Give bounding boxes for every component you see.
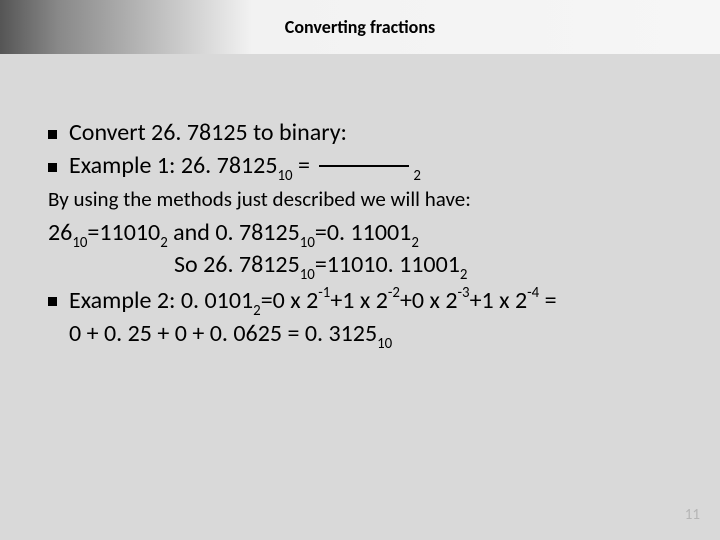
result-line: 2610=110102 and 0. 7812510=0. 110012	[34, 218, 686, 251]
superscript: -1	[318, 283, 330, 301]
text: +1 x 2	[330, 286, 388, 315]
blank-line	[319, 165, 409, 167]
text: =11010	[87, 218, 160, 247]
text: So 26. 78125	[174, 250, 300, 279]
bullet-item: Example 2: 0. 01012=0 x 2-1+1 x 2-2+0 x …	[34, 285, 686, 352]
bullet-marker	[48, 130, 57, 139]
superscript: -4	[527, 283, 539, 301]
subscript: 10	[277, 166, 292, 184]
bullet-item: Convert 26. 78125 to binary:	[34, 118, 686, 149]
text: Example 2: 0. 0101	[69, 286, 253, 315]
subscript: 2	[413, 166, 421, 184]
text: =	[293, 151, 316, 180]
text: +0 x 2	[400, 286, 458, 315]
note-text: By using the methods just described we w…	[34, 186, 686, 212]
superscript: -2	[388, 283, 400, 301]
subscript: 10	[72, 233, 87, 251]
slide: Converting fractions Convert 26. 78125 t…	[0, 0, 720, 540]
subscript: 10	[377, 334, 392, 352]
page-number: 11	[685, 506, 700, 524]
text: =0. 11001	[315, 218, 411, 247]
text: 26	[48, 218, 72, 247]
subscript: 2	[253, 301, 261, 319]
bullet-text: Convert 26. 78125 to binary:	[69, 118, 347, 149]
text: Example 1: 26. 78125	[69, 151, 277, 180]
text: =0 x 2	[261, 286, 319, 315]
text: =	[539, 286, 556, 315]
subscript: 10	[300, 265, 315, 283]
superscript: -3	[457, 283, 469, 301]
text: +1 x 2	[470, 286, 528, 315]
title-bar: Converting fractions	[0, 0, 720, 54]
bullet-item: Example 1: 26. 7812510 = 2	[34, 151, 686, 184]
text: and 0. 78125	[168, 218, 300, 247]
bullet-marker	[48, 297, 57, 306]
bullet-marker	[48, 163, 57, 172]
result-line: So 26. 7812510=11010. 110012	[34, 250, 686, 283]
subscript: 10	[300, 233, 315, 251]
subscript: 2	[160, 233, 168, 251]
slide-content: Convert 26. 78125 to binary: Example 1: …	[34, 118, 686, 354]
text: =11010. 11001	[315, 250, 460, 279]
subscript: 2	[411, 233, 419, 251]
text: 0 + 0. 25 + 0 + 0. 0625 = 0. 3125	[69, 319, 377, 348]
bullet-text: Example 2: 0. 01012=0 x 2-1+1 x 2-2+0 x …	[69, 285, 557, 352]
bullet-text: Example 1: 26. 7812510 = 2	[69, 151, 421, 184]
subscript: 2	[460, 265, 468, 283]
slide-title: Converting fractions	[285, 16, 435, 38]
